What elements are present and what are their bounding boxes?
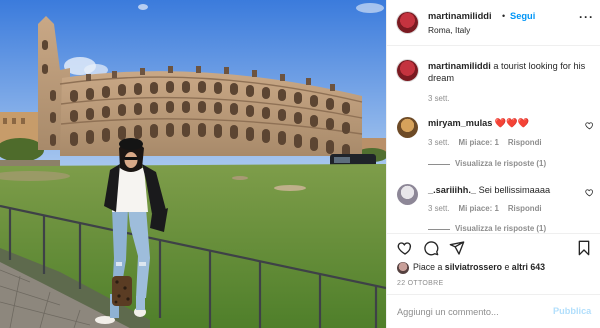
comment-like-heart-icon[interactable] — [585, 121, 594, 130]
replies-divider — [428, 229, 450, 230]
liker-username[interactable]: silviatrossero — [445, 262, 502, 272]
post-header: martinamiliddi • Segui Roma, Italy ··· — [387, 0, 600, 46]
paper-plane-icon[interactable] — [449, 240, 465, 256]
comment-like-heart-icon[interactable] — [585, 188, 594, 197]
add-comment-input[interactable] — [397, 305, 542, 319]
view-replies-button[interactable]: Visualizza le risposte (1) — [455, 224, 546, 233]
post-date[interactable]: 22 OTTOBRE — [397, 280, 443, 287]
caption-avatar[interactable] — [397, 60, 418, 81]
comment-username[interactable]: miryam_mulas — [428, 118, 492, 128]
author-username[interactable]: martinamiliddi — [428, 11, 492, 21]
post-location[interactable]: Roma, Italy — [428, 25, 470, 35]
view-replies-button[interactable]: Visualizza le risposte (1) — [455, 159, 546, 168]
post-actions: Piace a silviatrossero e altri 643 22 OT… — [387, 233, 600, 301]
likes-others[interactable]: altri 643 — [512, 262, 545, 272]
comment-time[interactable]: 3 sett. — [428, 204, 450, 213]
comment-avatar[interactable] — [397, 117, 418, 138]
comment-composer: Pubblica — [387, 294, 600, 328]
header-separator: • — [502, 11, 506, 21]
follow-button[interactable]: Segui — [510, 11, 535, 21]
post-photo[interactable] — [0, 0, 386, 328]
publish-button[interactable]: Pubblica — [553, 306, 591, 316]
reply-button[interactable]: Rispondi — [508, 138, 542, 147]
caption-time[interactable]: 3 sett. — [428, 94, 450, 103]
caption-username[interactable]: martinamiliddi — [428, 61, 491, 71]
colosseum-photo — [0, 0, 386, 328]
comment-item: miryam_mulas ❤️❤️❤️ — [428, 117, 573, 129]
comments-list[interactable]: martinamiliddi a tourist looking for his… — [387, 47, 600, 233]
author-avatar[interactable] — [397, 12, 418, 33]
comment-time[interactable]: 3 sett. — [428, 138, 450, 147]
more-options-icon[interactable]: ··· — [579, 10, 594, 24]
caption: martinamiliddi a tourist looking for his… — [428, 60, 592, 84]
comment-text: ❤️❤️❤️ — [492, 118, 530, 128]
heart-icon[interactable] — [397, 240, 413, 256]
comment-meta: 3 sett. Mi piace: 1 Rispondi — [428, 138, 551, 147]
comment-text: Sei bellissimaaaa — [476, 185, 551, 195]
liker-avatar[interactable] — [397, 262, 409, 274]
comment-username[interactable]: _.sariiihh._ — [428, 185, 476, 195]
post-modal: martinamiliddi • Segui Roma, Italy ··· m… — [0, 0, 600, 328]
comment-item: _.sariiihh._ Sei bellissimaaaa — [428, 184, 573, 196]
comment-likes[interactable]: Mi piace: 1 — [459, 204, 499, 213]
comment-likes[interactable]: Mi piace: 1 — [459, 138, 499, 147]
post-side-panel: martinamiliddi • Segui Roma, Italy ··· m… — [386, 0, 600, 328]
replies-divider — [428, 164, 450, 165]
reply-button[interactable]: Rispondi — [508, 204, 542, 213]
comment-meta: 3 sett. Mi piace: 1 Rispondi — [428, 204, 551, 213]
likes-summary[interactable]: Piace a silviatrossero e altri 643 — [413, 262, 545, 272]
comment-avatar[interactable] — [397, 184, 418, 205]
comment-icon[interactable] — [423, 240, 439, 256]
bookmark-icon[interactable] — [577, 240, 591, 256]
